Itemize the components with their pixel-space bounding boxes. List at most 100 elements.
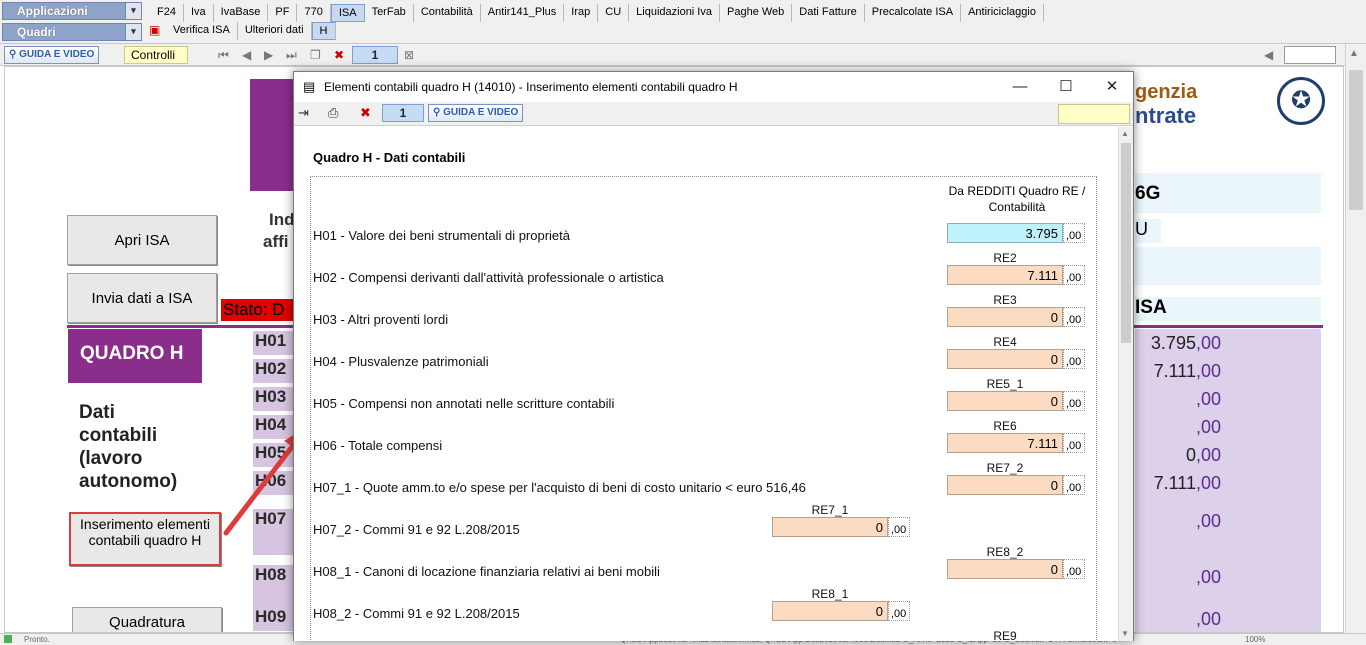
applicazioni-dropdown[interactable]: Applicazioni ▼: [2, 2, 142, 20]
close-icon[interactable]: ✕: [1092, 76, 1132, 98]
next-page-icon[interactable]: ▶: [264, 48, 273, 62]
emblem-icon: ✪: [1277, 77, 1325, 125]
re-code: RE4: [993, 335, 1017, 349]
invia-dati-button[interactable]: Invia dati a ISA: [67, 273, 217, 323]
pdf-icon[interactable]: ▣: [146, 22, 166, 40]
intro-text-2: affi: [263, 232, 289, 251]
row-cents: ,00: [1195, 567, 1221, 587]
scroll-left-icon[interactable]: ◀: [1264, 48, 1273, 62]
prev-page-icon[interactable]: ◀: [242, 48, 251, 62]
dati-contabili-grid: Da REDDITI Quadro RE / Contabilità H01 -…: [310, 176, 1097, 641]
row-label: H03 - Altri proventi lordi: [313, 312, 449, 327]
tab-terfab[interactable]: TerFab: [365, 4, 414, 22]
print-preview-icon[interactable]: ⊠: [404, 48, 414, 62]
tab-paghe-web[interactable]: Paghe Web: [720, 4, 793, 22]
minimize-icon[interactable]: —: [1000, 76, 1040, 98]
re-code: RE8_1: [811, 587, 849, 601]
maximize-icon[interactable]: ☐: [1046, 76, 1086, 98]
dialog-toolbar: ⇥ ⎙ ✖ 1 ⚲ GUIDA E VIDEO: [294, 102, 1133, 126]
quadro-row-value: ,00: [1135, 609, 1221, 630]
delete-icon[interactable]: ✖: [360, 105, 371, 121]
decimals-field: ,00: [1063, 307, 1085, 327]
amount-input[interactable]: 0: [772, 601, 888, 621]
amount-input[interactable]: 7.111: [947, 433, 1063, 453]
amount-input[interactable]: 3.795: [947, 223, 1063, 243]
tab-antir141-plus[interactable]: Antir141_Plus: [481, 4, 565, 22]
dialog-page-number[interactable]: 1: [382, 104, 424, 122]
amount-input[interactable]: 0: [947, 391, 1063, 411]
guida-label: GUIDA E VIDEO: [19, 49, 95, 60]
amount-input[interactable]: 0: [947, 349, 1063, 369]
row-cents: ,00: [1195, 609, 1221, 629]
apri-isa-button[interactable]: Apri ISA: [67, 215, 217, 265]
exit-icon[interactable]: ⇥: [298, 105, 309, 121]
controlli-button[interactable]: Controlli: [124, 46, 188, 64]
inserimento-button[interactable]: Inserimento elementi contabili quadro H: [69, 512, 221, 566]
tab-iva[interactable]: Iva: [184, 4, 214, 22]
dialog-yellow-field[interactable]: [1058, 104, 1130, 124]
quadro-row-value: 7.111,00: [1135, 361, 1221, 382]
decimals-field: ,00: [888, 601, 910, 621]
sub-tabs: ▣ Verifica ISA Ulteriori dati H: [146, 22, 336, 40]
dialog-title: Elementi contabili quadro H (14010) - In…: [324, 80, 738, 94]
tab-dati-fatture[interactable]: Dati Fatture: [792, 4, 865, 22]
tab-cu[interactable]: CU: [598, 4, 630, 22]
row-label: H07_1 - Quote amm.to e/o spese per l'acq…: [313, 480, 806, 495]
amount-input[interactable]: 0: [772, 517, 888, 537]
dialog-scrollbar[interactable]: ▲ ▼: [1118, 127, 1133, 641]
main-scrollbar[interactable]: ▲: [1345, 44, 1366, 633]
row-cents: ,00: [1195, 361, 1221, 381]
row-label: H04 - Plusvalenze patrimoniali: [313, 354, 489, 369]
re-code: RE6: [993, 419, 1017, 433]
amount-input[interactable]: 7.111: [947, 265, 1063, 285]
row-amount: 3.795: [1150, 333, 1196, 353]
dialog-scroll-thumb[interactable]: [1121, 143, 1131, 343]
row-label: H08_1 - Canoni di locazione finanziaria …: [313, 564, 660, 579]
scroll-up-icon[interactable]: ▲: [1121, 129, 1129, 138]
tab-770[interactable]: 770: [297, 4, 331, 22]
decimals-field: ,00: [1063, 475, 1085, 495]
delete-icon[interactable]: ✖: [334, 48, 344, 62]
quadratura-button[interactable]: Quadratura: [72, 607, 222, 632]
stato-indicator: Stato: D: [221, 299, 301, 321]
quadro-row-label: H08: [253, 565, 295, 611]
tab-pf[interactable]: PF: [268, 4, 298, 22]
tab-f24[interactable]: F24: [150, 4, 184, 22]
chevron-down-icon[interactable]: ▼: [125, 3, 141, 19]
row-label: H02 - Compensi derivanti dall'attività p…: [313, 270, 664, 285]
agency-text: genzia: [1135, 81, 1198, 103]
tab-antiriciclaggio[interactable]: Antiriciclaggio: [961, 4, 1044, 22]
isa-logo: [250, 79, 298, 191]
tab-verifica-isa[interactable]: Verifica ISA: [166, 22, 238, 40]
tab-ivabase[interactable]: IvaBase: [214, 4, 269, 22]
quadro-row-value: ,00: [1135, 567, 1221, 588]
guida-video-button[interactable]: ⚲ GUIDA E VIDEO: [4, 46, 100, 64]
tab-liquidazioni-iva[interactable]: Liquidazioni Iva: [629, 4, 720, 22]
intro-text-1: Ind: [269, 210, 295, 229]
re-code: RE7_1: [811, 503, 849, 517]
page-number[interactable]: 1: [352, 46, 398, 64]
zoom-box[interactable]: [1284, 46, 1336, 64]
scroll-down-icon[interactable]: ▼: [1121, 629, 1129, 638]
tab-contabilit-[interactable]: Contabilità: [414, 4, 481, 22]
quadro-row-label: H01: [253, 331, 295, 355]
tab-irap[interactable]: Irap: [564, 4, 599, 22]
row-cents: ,00: [1195, 333, 1221, 353]
amount-input[interactable]: 0: [947, 307, 1063, 327]
scroll-up-icon[interactable]: ▲: [1349, 48, 1359, 59]
tab-ulteriori-dati[interactable]: Ulteriori dati: [238, 22, 312, 40]
quadri-dropdown[interactable]: Quadri ▼: [2, 23, 142, 41]
amount-input[interactable]: 0: [947, 475, 1063, 495]
print-icon[interactable]: ⎙: [328, 105, 338, 121]
last-page-icon[interactable]: ⏭: [286, 48, 297, 63]
tab-isa[interactable]: ISA: [330, 4, 365, 22]
dialog-guida-button[interactable]: ⚲ GUIDA E VIDEO: [428, 104, 524, 122]
tab-precalcolate-isa[interactable]: Precalcolate ISA: [865, 4, 962, 22]
chevron-down-icon[interactable]: ▼: [125, 24, 141, 40]
amount-input[interactable]: 0: [947, 559, 1063, 579]
controls-toolbar: ⚲ GUIDA E VIDEO Controlli ⏮ ◀ ▶ ⏭ ❐ ✖ 1 …: [0, 44, 1366, 66]
first-page-icon[interactable]: ⏮: [218, 48, 229, 63]
tab-h[interactable]: H: [311, 22, 336, 40]
copy-icon[interactable]: ❐: [310, 48, 321, 62]
scroll-thumb[interactable]: [1349, 70, 1363, 210]
